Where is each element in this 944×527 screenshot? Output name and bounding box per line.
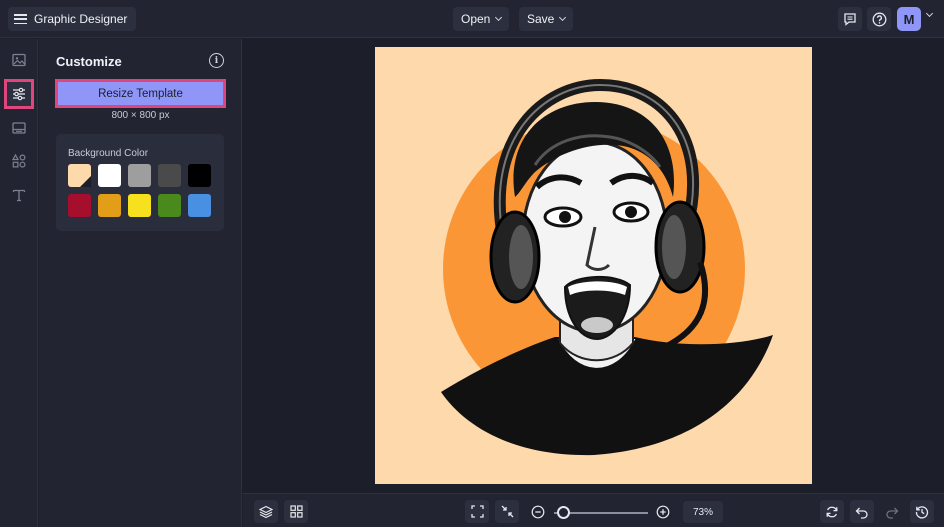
zoom-out-icon[interactable]: [531, 505, 545, 519]
comment-icon: [844, 13, 856, 26]
expand-icon: [470, 505, 484, 518]
open-menu-button[interactable]: Open: [453, 7, 510, 31]
history-icon: [915, 505, 929, 519]
rail-item-customize[interactable]: [4, 79, 34, 109]
shapes-icon: [11, 153, 26, 168]
actual-size-button[interactable]: [495, 500, 519, 523]
canvas-workspace: [243, 39, 944, 491]
grid-view-button[interactable]: [284, 500, 308, 523]
rail-item-images[interactable]: [4, 45, 34, 75]
background-color-label: Background Color: [68, 148, 149, 159]
replace-button[interactable]: [820, 500, 844, 523]
zoom-in-icon[interactable]: [656, 505, 670, 519]
layout-icon: [12, 122, 26, 134]
feedback-button[interactable]: [838, 7, 862, 31]
zoom-slider-handle[interactable]: [556, 506, 570, 519]
tool-rail: [0, 39, 38, 527]
chevron-down-icon[interactable]: [925, 9, 934, 18]
bottom-toolbar: 73%: [243, 493, 944, 527]
color-swatch[interactable]: [158, 194, 181, 217]
resize-template-button[interactable]: Resize Template: [55, 79, 226, 108]
rail-item-layout[interactable]: [4, 113, 34, 143]
customize-panel: Customize i Resize Template 800 × 800 px…: [39, 39, 242, 527]
undo-icon: [855, 507, 868, 519]
text-icon: [12, 189, 26, 202]
color-swatch[interactable]: [68, 194, 91, 217]
color-swatch[interactable]: [158, 164, 181, 187]
redo-icon: [886, 507, 899, 519]
chevron-down-icon: [559, 13, 567, 22]
color-swatch[interactable]: [128, 194, 151, 217]
help-button[interactable]: [867, 7, 891, 31]
save-label: Save: [527, 12, 555, 26]
fit-to-screen-button[interactable]: [465, 500, 489, 523]
rail-item-elements[interactable]: [4, 146, 34, 176]
history-button[interactable]: [910, 500, 934, 523]
refresh-icon: [826, 506, 838, 517]
panel-title: Customize: [56, 54, 122, 69]
layers-icon: [259, 505, 273, 518]
color-swatch[interactable]: [188, 164, 211, 187]
collapse-icon: [501, 505, 513, 518]
color-swatch[interactable]: [98, 164, 121, 187]
grid-icon: [289, 505, 303, 518]
gamer-portrait-illustration[interactable]: [375, 47, 812, 484]
app-title: Graphic Designer: [34, 12, 128, 26]
artboard[interactable]: [375, 47, 812, 484]
layers-button[interactable]: [254, 500, 278, 523]
user-avatar[interactable]: M: [897, 7, 921, 31]
info-icon[interactable]: i: [209, 53, 224, 68]
hamburger-icon: [14, 14, 27, 24]
top-bar: Graphic Designer Open Save M: [0, 0, 944, 38]
image-icon: [12, 53, 26, 67]
help-icon: [872, 12, 886, 26]
sliders-icon: [13, 87, 25, 101]
chevron-down-icon: [495, 13, 503, 22]
color-swatch[interactable]: [188, 194, 211, 217]
zoom-percentage[interactable]: 73%: [683, 501, 723, 523]
color-swatch[interactable]: [98, 194, 121, 217]
color-swatch[interactable]: [128, 164, 151, 187]
undo-button[interactable]: [850, 500, 874, 523]
redo-button[interactable]: [880, 500, 904, 523]
open-label: Open: [461, 12, 491, 26]
color-swatch[interactable]: [68, 164, 91, 187]
main-menu-button[interactable]: Graphic Designer: [8, 7, 137, 31]
save-menu-button[interactable]: Save: [519, 7, 574, 31]
rail-item-text[interactable]: [4, 180, 34, 210]
app-window: Graphic Designer Open Save M Customize i…: [0, 0, 944, 527]
background-color-card: Background Color: [56, 134, 224, 231]
template-size-label: 800 × 800 px: [111, 110, 170, 121]
